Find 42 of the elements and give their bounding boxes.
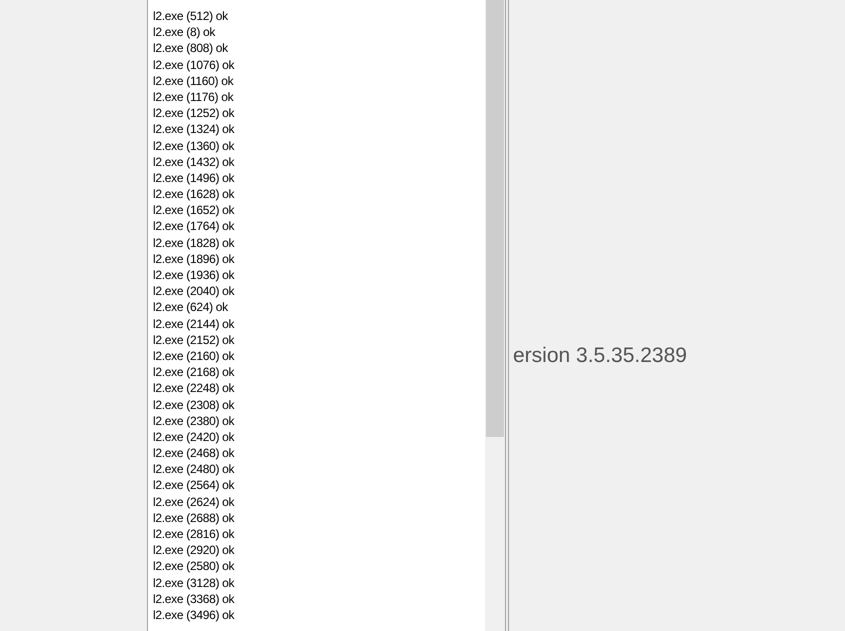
list-item[interactable]: l2.exe (2420) ok — [153, 428, 485, 446]
list-item[interactable]: l2.exe (1652) ok — [153, 202, 485, 218]
list-item[interactable]: l2.exe (2564) ok — [153, 477, 485, 494]
list-item[interactable]: l2.exe (1360) ok — [153, 138, 485, 154]
list-item[interactable]: l2.exe (1764) ok — [153, 218, 485, 235]
list-item[interactable]: l2.exe (2040) ok — [153, 283, 485, 300]
list-item[interactable]: l2.exe (512) ok — [153, 8, 485, 24]
list-item[interactable]: l2.exe (808) ok — [153, 40, 485, 57]
list-item[interactable]: l2.exe (1828) ok — [153, 234, 485, 251]
scrollbar[interactable] — [485, 0, 505, 631]
list-item[interactable]: l2.exe (2920) ok — [153, 542, 485, 558]
list-item[interactable]: l2.exe (2152) ok — [153, 332, 485, 348]
scrollbar-thumb[interactable] — [486, 0, 504, 437]
list-item[interactable]: l2.exe (2380) ok — [153, 412, 485, 429]
list-item[interactable]: l2.exe (3128) ok — [153, 574, 485, 591]
list-item[interactable]: l2.exe (1324) ok — [153, 121, 485, 138]
list-item[interactable]: l2.exe (1160) ok — [153, 72, 485, 89]
list-item[interactable]: l2.exe (2580) ok — [153, 558, 485, 575]
list-item[interactable]: l2.exe (2160) ok — [153, 348, 485, 364]
list-item[interactable]: l2.exe (2816) ok — [153, 526, 485, 542]
list-item[interactable]: l2.exe (1176) ok — [153, 88, 485, 106]
list-item[interactable]: l2.exe (2144) ok — [153, 316, 485, 332]
list-item[interactable]: l2.exe (1496) ok — [153, 170, 485, 186]
list-item[interactable]: l2.exe (2624) ok — [153, 494, 485, 510]
list-item[interactable]: l2.exe (2308) ok — [153, 396, 485, 413]
list-item[interactable]: l2.exe (2168) ok — [153, 364, 485, 380]
list-item[interactable]: l2.exe (3496) ok — [153, 606, 485, 624]
process-list[interactable] — [147, 0, 506, 631]
list-item[interactable]: l2.exe (1076) ok — [153, 56, 485, 73]
list-item[interactable]: l2.exe (3368) ok — [153, 590, 485, 607]
list-item[interactable]: l2.exe (2468) ok — [153, 445, 485, 462]
list-item[interactable]: l2.exe (1252) ok — [153, 105, 485, 122]
version-label: ersion 3.5.35.2389 — [513, 344, 687, 367]
list-item[interactable]: l2.exe (1896) ok — [153, 250, 485, 267]
list-item[interactable]: l2.exe (2688) ok — [153, 510, 485, 526]
list-item[interactable]: l2.exe (2480) ok — [153, 461, 485, 478]
list-item[interactable]: l2.exe (8) ok — [153, 24, 485, 40]
list-item[interactable]: l2.exe (1936) ok — [153, 267, 485, 284]
list-item[interactable]: l2.exe (2248) ok — [153, 380, 485, 396]
list-item[interactable]: l2.exe (624) ok — [153, 299, 485, 316]
list-item[interactable]: l2.exe (1628) ok — [153, 186, 485, 202]
list-item[interactable]: l2.exe (1432) ok — [153, 154, 485, 170]
